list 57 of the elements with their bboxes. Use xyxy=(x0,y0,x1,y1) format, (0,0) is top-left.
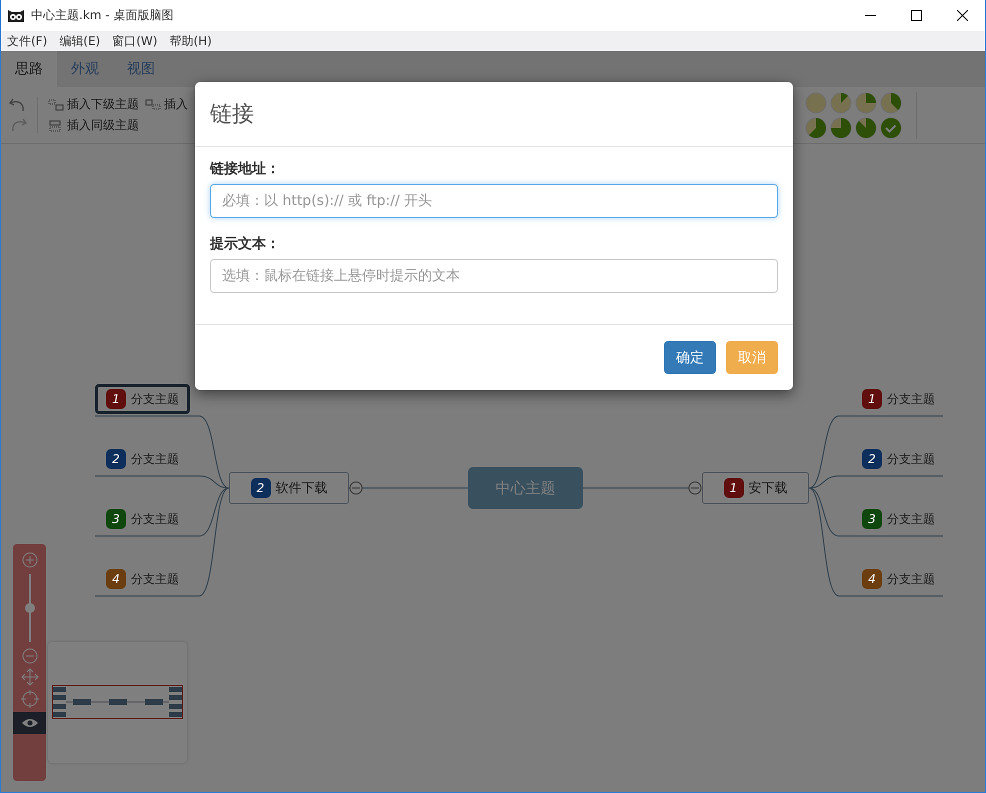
toolbar-button[interactable]: 插入同级主题 xyxy=(48,117,139,134)
zoom-in-icon[interactable] xyxy=(22,552,38,568)
topic-node[interactable]: 2 分支主题 xyxy=(851,444,946,474)
field-label: 链接地址： xyxy=(210,160,281,178)
progress-icon[interactable] xyxy=(855,92,877,114)
topic-node[interactable]: 1 分支主题 xyxy=(95,384,190,414)
zoom-out-icon[interactable] xyxy=(22,648,38,664)
topic-node[interactable]: 1 安下载 xyxy=(702,472,809,504)
progress-icon[interactable] xyxy=(830,117,852,139)
dialog-title: 链接 xyxy=(210,101,254,129)
insert-parent-icon xyxy=(145,98,161,110)
topic-node[interactable]: 4 分支主题 xyxy=(95,564,190,594)
menu-item[interactable]: 编辑(E) xyxy=(59,32,100,50)
collapse-icon[interactable] xyxy=(688,482,702,494)
priority-badge: 1 xyxy=(862,389,882,409)
tab[interactable]: 思路 xyxy=(1,51,57,87)
field-label: 提示文本： xyxy=(210,235,281,253)
maximize-icon[interactable] xyxy=(910,10,922,21)
collapse-icon[interactable] xyxy=(350,482,362,494)
slider-thumb[interactable] xyxy=(24,603,34,613)
topic-node[interactable]: 2 分支主题 xyxy=(95,444,190,474)
priority-badge: 2 xyxy=(106,449,126,469)
redo-icon[interactable] xyxy=(9,117,27,133)
close-icon[interactable] xyxy=(956,10,968,21)
input-field[interactable]: 选填：鼠标在链接上悬停时提示的文本 xyxy=(210,259,778,293)
priority-badge: 3 xyxy=(106,509,126,529)
progress-icon[interactable] xyxy=(880,92,902,114)
insert-child-icon xyxy=(48,98,64,110)
move-icon[interactable] xyxy=(20,668,38,686)
topic-node[interactable]: 3 分支主题 xyxy=(95,504,190,534)
menu-item[interactable]: 文件(F) xyxy=(7,32,48,50)
window-title: 中心主题.km - 桌面版脑图 xyxy=(31,7,174,24)
priority-badge: 1 xyxy=(106,389,126,409)
topic-node[interactable]: 2 软件下载 xyxy=(229,472,349,504)
priority-badge: 3 xyxy=(862,509,882,529)
toolbar-button[interactable]: 插入下级主题 xyxy=(48,96,139,113)
dialog-button[interactable]: 确定 xyxy=(664,341,716,374)
input-field[interactable]: 必填：以 http(s):// 或 ftp:// 开头 xyxy=(210,184,778,218)
eye-icon[interactable] xyxy=(13,712,46,734)
menu-item[interactable]: 帮助(H) xyxy=(169,32,212,50)
progress-icon[interactable] xyxy=(880,117,902,139)
toolbar-button[interactable]: 插入 xyxy=(145,96,188,113)
progress-icon[interactable] xyxy=(830,92,852,114)
topic-node[interactable]: 4 分支主题 xyxy=(851,564,946,594)
owl-logo-icon xyxy=(7,8,25,24)
priority-badge: 1 xyxy=(724,478,744,498)
priority-badge: 4 xyxy=(106,569,126,589)
priority-badge: 2 xyxy=(862,449,882,469)
locate-icon[interactable] xyxy=(20,690,38,708)
priority-badge: 4 xyxy=(862,569,882,589)
menu-item[interactable]: 窗口(W) xyxy=(112,32,158,50)
progress-icon[interactable] xyxy=(805,92,827,114)
priority-badge: 2 xyxy=(250,478,270,498)
topic-node[interactable]: 1 分支主题 xyxy=(851,384,946,414)
topic-node[interactable]: 3 分支主题 xyxy=(851,504,946,534)
progress-icon[interactable] xyxy=(805,117,827,139)
progress-icon[interactable] xyxy=(855,117,877,139)
